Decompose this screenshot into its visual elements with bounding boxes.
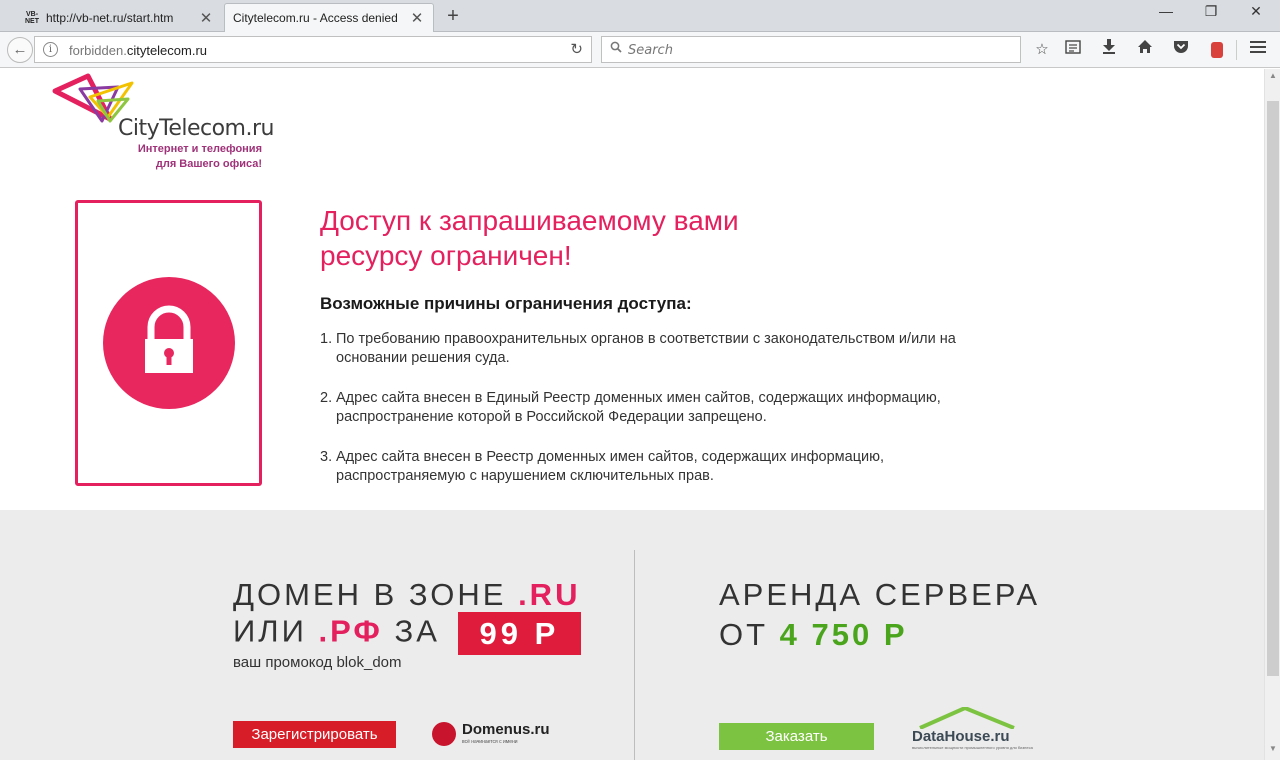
page-content: CityTelecom.ru Интернет и телефония для …: [0, 69, 1264, 760]
lock-illustration-frame: [75, 200, 262, 486]
promo-divider: [634, 550, 635, 760]
reasons-list: 1. По требованию правоохранительных орга…: [320, 330, 960, 507]
server-promo-line2: ОТ 4 750 Р: [719, 617, 908, 652]
scroll-down-arrow-icon[interactable]: ▼: [1265, 744, 1280, 758]
scroll-thumb[interactable]: [1267, 101, 1279, 676]
close-tab-icon[interactable]: ✕: [409, 9, 425, 27]
promo-section: ДОМЕН В ЗОНЕ .RU ИЛИ .РФ ЗА 99 Р ваш про…: [0, 510, 1264, 760]
domain-promo-line1: ДОМЕН В ЗОНЕ .RU: [233, 577, 581, 612]
scroll-up-arrow-icon[interactable]: ▲: [1265, 71, 1280, 85]
domain-promo-line2: ИЛИ .РФ ЗА 99 Р: [233, 612, 582, 655]
navigation-toolbar: ← i forbidden.citytelecom.ru ↻ ☆: [0, 32, 1280, 68]
download-icon[interactable]: [1097, 38, 1121, 62]
info-icon[interactable]: i: [43, 42, 58, 57]
logo-tagline: для Вашего офиса!: [155, 158, 262, 170]
minimize-icon[interactable]: —: [1146, 3, 1186, 19]
search-input[interactable]: [628, 40, 1008, 60]
close-tab-icon[interactable]: ✕: [198, 9, 214, 27]
window-close-icon[interactable]: ✕: [1236, 3, 1276, 20]
reload-icon[interactable]: ↻: [570, 40, 583, 58]
logo-name: CityTelecom.ru: [118, 116, 274, 141]
price-badge: 99 Р: [457, 612, 582, 655]
back-arrow-icon[interactable]: ←: [7, 37, 33, 63]
tab-title: Citytelecom.ru - Access denied: [233, 11, 398, 25]
citytelecom-logo[interactable]: CityTelecom.ru Интернет и телефония для …: [50, 71, 274, 175]
pocket-icon[interactable]: [1169, 38, 1193, 62]
list-item: 3. Адрес сайта внесен в Реестр доменных …: [320, 449, 885, 484]
restore-icon[interactable]: ❐: [1191, 3, 1231, 20]
bookmark-star-icon[interactable]: ☆: [1030, 38, 1054, 62]
tab-strip: VB-NET http://vb-net.ru/start.htm ✕ City…: [0, 0, 1280, 32]
list-item: 1. По требованию правоохранительных орга…: [320, 331, 956, 366]
page-title: Доступ к запрашиваемому вами ресурсу огр…: [320, 205, 739, 271]
domenus-ball-icon: [432, 722, 456, 746]
vbnet-favicon-icon: VB-NET: [25, 10, 39, 25]
tab-vbnet[interactable]: VB-NET http://vb-net.ru/start.htm ✕: [16, 3, 222, 32]
tab-citytelecom[interactable]: Citytelecom.ru - Access denied ✕: [224, 3, 434, 32]
lock-circle: [103, 277, 235, 409]
domenus-logo[interactable]: Domenus.ru всё начинается с имени: [432, 719, 562, 749]
search-icon: [610, 41, 622, 56]
padlock-icon: [145, 305, 193, 373]
new-tab-icon[interactable]: +: [442, 5, 464, 28]
vertical-scrollbar[interactable]: ▲ ▼: [1264, 69, 1280, 760]
register-button[interactable]: Зарегистрировать: [233, 721, 396, 748]
url-text[interactable]: forbidden.citytelecom.ru: [69, 43, 207, 58]
promo-code: ваш промокод blok_dom: [233, 654, 402, 671]
extension-icon[interactable]: [1205, 38, 1229, 62]
toolbar-separator: [1236, 40, 1237, 60]
datahouse-logo[interactable]: DataHouse.ru вычислительные мощности про…: [910, 707, 1033, 752]
logo-tagline: Интернет и телефония: [137, 143, 262, 155]
search-box[interactable]: [601, 36, 1021, 63]
hamburger-menu-icon[interactable]: [1246, 38, 1270, 62]
server-promo-line1: АРЕНДА СЕРВЕРА: [719, 577, 1041, 612]
order-button[interactable]: Заказать: [719, 723, 874, 750]
reasons-heading: Возможные причины ограничения доступа:: [320, 294, 692, 313]
url-bar[interactable]: i forbidden.citytelecom.ru ↻: [34, 36, 592, 63]
home-icon[interactable]: [1133, 38, 1157, 62]
bookmarks-list-icon[interactable]: [1061, 38, 1085, 62]
list-item: 2. Адрес сайта внесен в Единый Реестр до…: [320, 390, 941, 425]
house-roof-icon: [919, 707, 1015, 729]
tab-title: http://vb-net.ru/start.htm: [46, 10, 174, 25]
